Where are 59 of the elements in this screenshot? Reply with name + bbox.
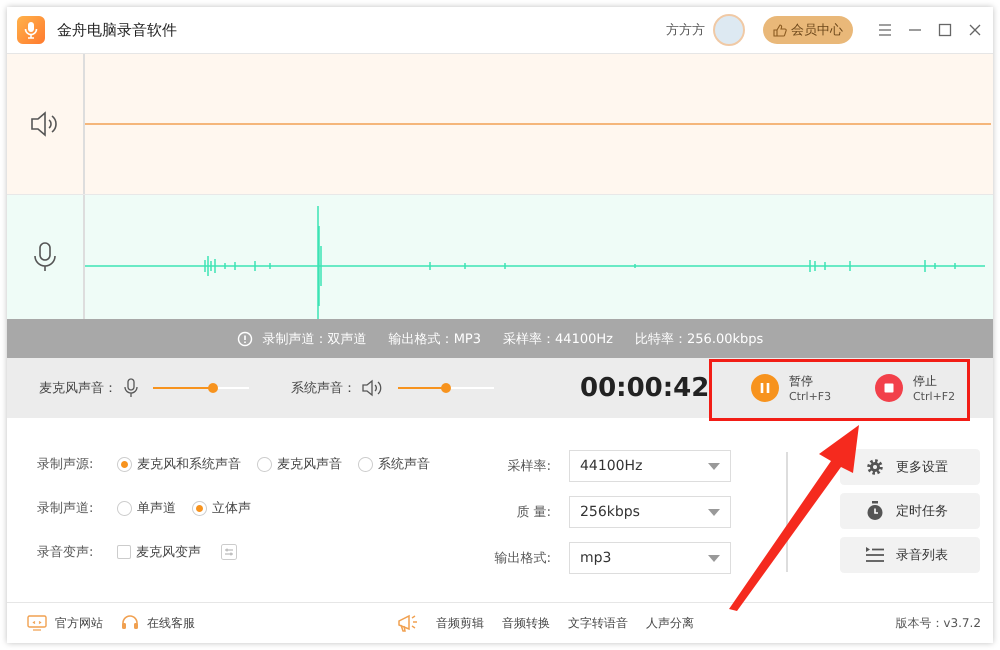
caret-icon — [708, 508, 720, 516]
stop-icon — [875, 374, 903, 402]
dropdown[interactable]: 256kbps — [569, 496, 731, 528]
info-icon — [236, 330, 253, 346]
caret-icon — [708, 462, 720, 470]
radio-option[interactable]: 立体声 — [192, 499, 251, 517]
list-button[interactable]: 录音列表 — [840, 537, 980, 573]
headset-icon — [121, 614, 139, 632]
settings-icon — [866, 458, 884, 476]
version-text: 版本号：v3.7.2 — [895, 614, 982, 632]
settings-button[interactable]: 更多设置 — [840, 449, 980, 485]
info-text: 录制声道：双声道 — [262, 330, 367, 348]
dropdown[interactable]: 44100Hz — [569, 450, 731, 482]
radio-option[interactable]: 麦克风声音 — [257, 455, 342, 473]
footer-link[interactable]: 官方网站 — [27, 614, 103, 632]
stop-button[interactable]: 停止 Ctrl+F2 — [865, 369, 975, 407]
info-text: 采样率：44100Hz — [503, 330, 613, 348]
list-icon — [866, 547, 884, 563]
radio-option[interactable]: 单声道 — [117, 499, 176, 517]
close-icon[interactable] — [967, 22, 983, 38]
option-label: 录音变声: — [37, 544, 94, 561]
microphone-icon — [123, 378, 139, 398]
maximize-icon[interactable] — [937, 22, 953, 38]
tool-link[interactable]: 文字转语音 — [568, 614, 628, 632]
thumbs-up-icon — [773, 24, 787, 36]
caret-icon — [708, 554, 720, 562]
info-text: 输出格式：MP3 — [388, 330, 482, 348]
dropdown[interactable]: mp3 — [569, 542, 731, 574]
microphone-icon — [32, 241, 58, 273]
radio-option[interactable]: 麦克风和系统声音 — [117, 455, 241, 473]
stopwatch-icon — [866, 501, 884, 521]
tool-link[interactable]: 人声分离 — [646, 614, 694, 632]
info-text: 比特率：256.00kbps — [635, 330, 764, 348]
user-name: 方方方 — [666, 22, 705, 39]
speaker-icon — [30, 111, 60, 137]
menu-icon[interactable] — [877, 22, 893, 38]
radio-option[interactable]: 系统声音 — [358, 455, 430, 473]
pause-button[interactable]: 暂停 Ctrl+F3 — [741, 369, 851, 407]
dropdown-label: 输出格式: — [494, 550, 551, 567]
footer-link[interactable]: 在线客服 — [121, 614, 195, 632]
dropdown-label: 质 量: — [515, 504, 551, 521]
monitor-icon — [27, 615, 47, 631]
recording-timer: 00:00:42 — [580, 373, 710, 403]
pause-icon — [751, 374, 779, 402]
volume-label: 系统声音： — [291, 380, 356, 397]
timer-button[interactable]: 定时任务 — [840, 493, 980, 529]
option-label: 录制声道: — [37, 500, 94, 517]
vip-button[interactable]: 会员中心 — [763, 16, 853, 44]
tool-link[interactable]: 音频剪辑 — [436, 614, 484, 632]
dropdown-label: 采样率: — [506, 458, 551, 475]
volume-label: 麦克风声音： — [39, 380, 117, 397]
checkbox-option[interactable]: 麦克风变声 — [117, 543, 201, 561]
window-title: 金舟电脑录音软件 — [57, 20, 178, 40]
app-logo-icon — [17, 16, 45, 44]
speaker-icon — [362, 379, 384, 397]
tool-link[interactable]: 音频转换 — [502, 614, 550, 632]
megaphone-icon — [396, 613, 418, 633]
sliders-icon[interactable] — [221, 544, 237, 560]
option-label: 录制声源: — [37, 456, 94, 473]
